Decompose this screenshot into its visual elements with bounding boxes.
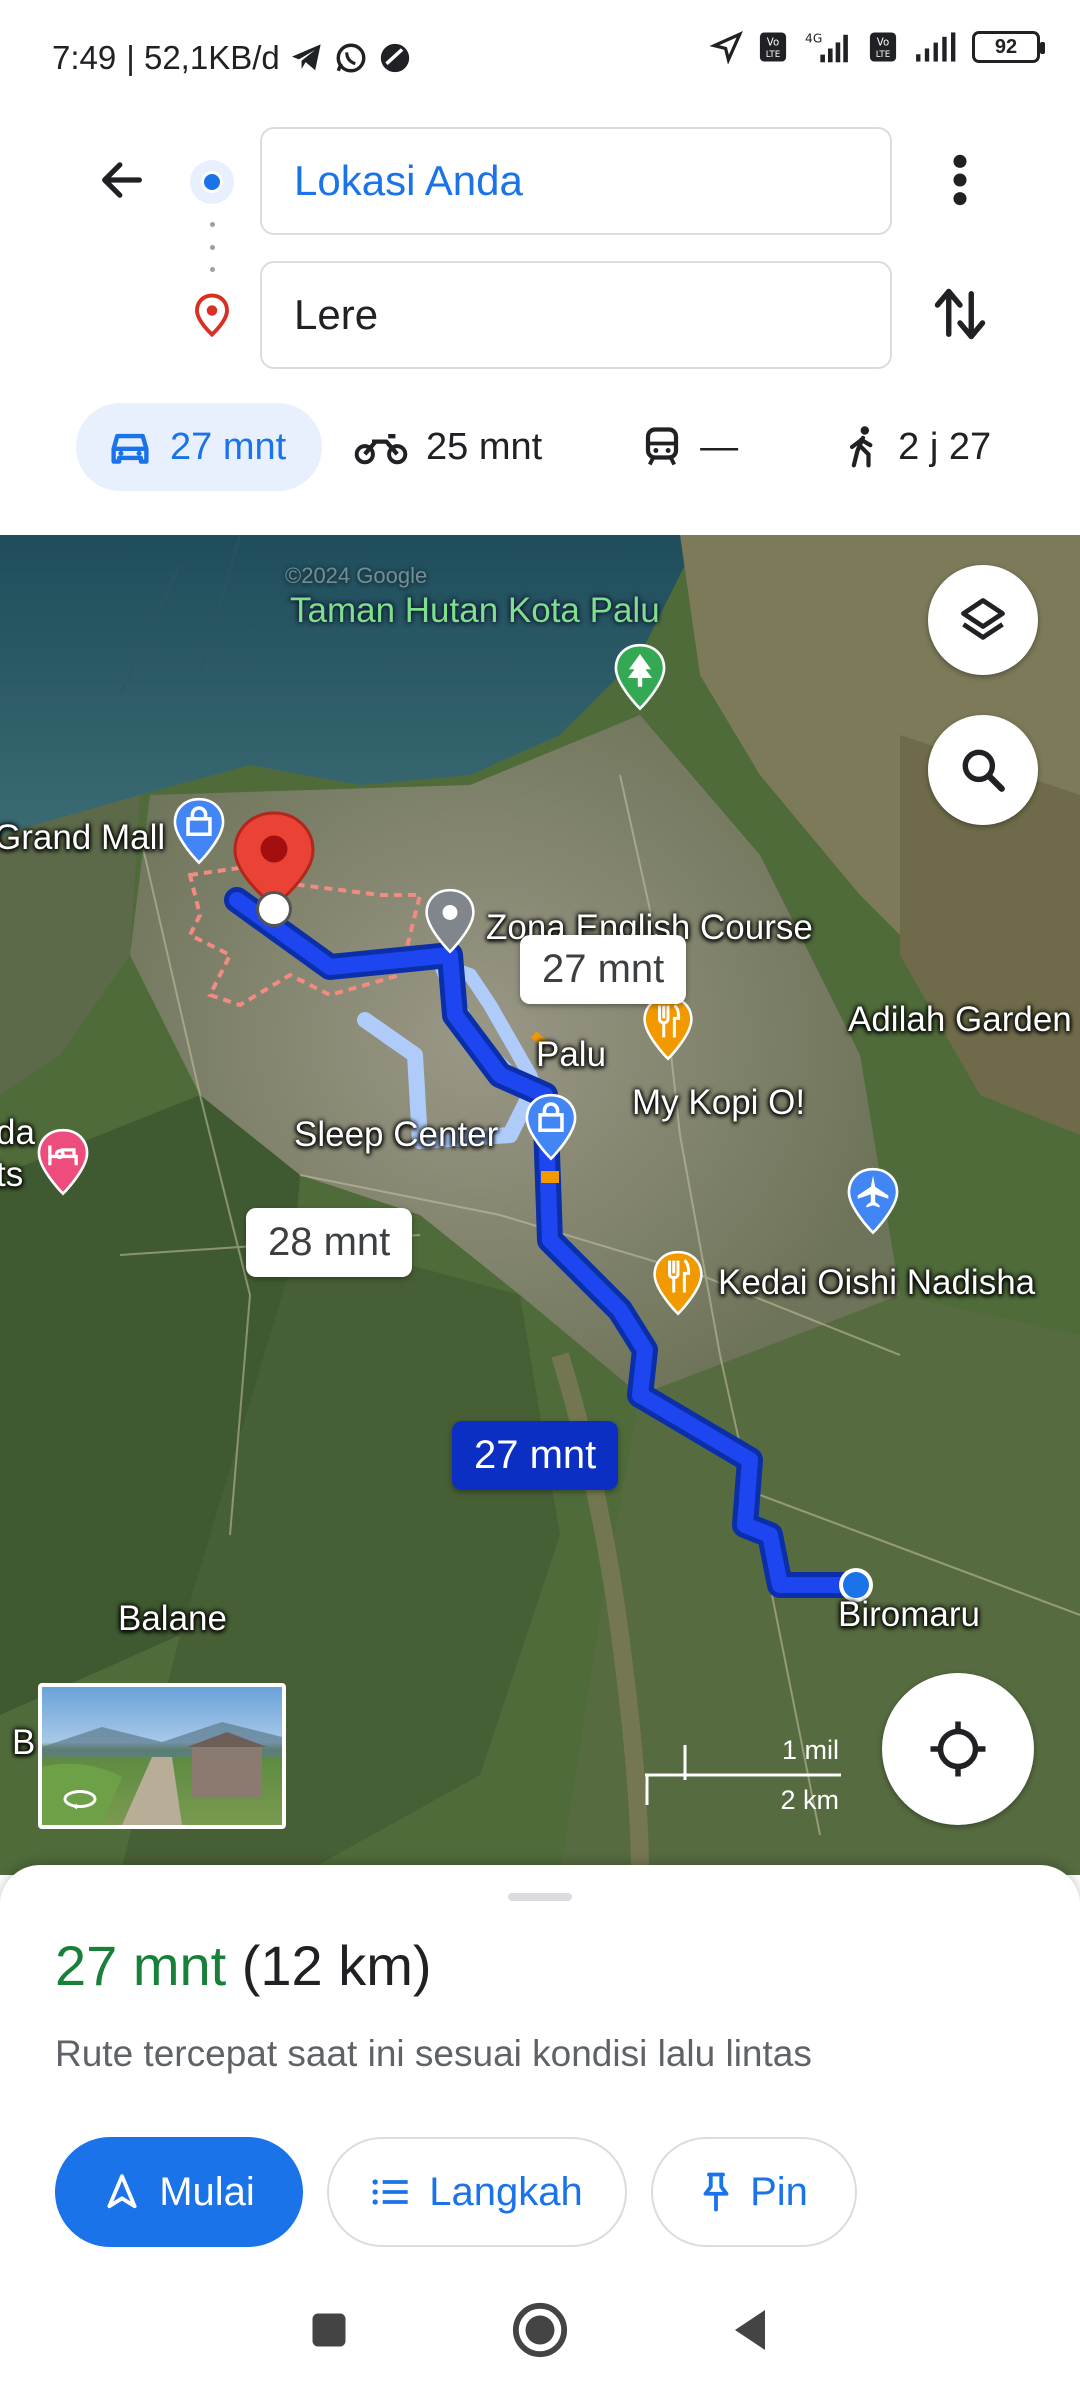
volte-icon: Vo LTE [868,31,898,63]
steps-label: Langkah [429,2169,583,2214]
navigation-arrow-icon [107,2174,137,2209]
motorcycle-icon [354,434,408,465]
status-speed: | 52,1KB/d [126,38,280,76]
sheet-drag-handle[interactable] [508,1893,572,1901]
svg-text:LTE: LTE [766,50,781,60]
satellite-map [0,535,1080,1875]
route-distance: (12 km) [241,1934,432,1997]
layers-button[interactable] [928,565,1038,675]
360-rotate-icon [63,1790,97,1810]
route-dots [209,222,215,272]
route-bubble-alt1[interactable]: 27 mnt [520,935,687,1004]
map-label-taman[interactable]: Taman Hutan Kota Palu [290,591,660,631]
airport-pin-icon[interactable] [846,1167,900,1237]
tab-walk-label: 2 j 27 [898,425,992,468]
origin-input[interactable]: Lokasi Anda [260,127,892,235]
list-icon [372,2179,408,2205]
shopping-pin-icon[interactable] [524,1093,578,1163]
train-icon [646,427,679,466]
start-button[interactable]: Mulai [55,2137,303,2247]
map-label-biromaru: Biromaru [838,1595,980,1634]
walk-icon [850,426,873,468]
map-watermark: ©2024 Google [285,563,428,588]
status-bar: 7:49 | 52,1KB/d Vo LTE 4G Vo LTE 92 [0,0,1080,115]
destination-marker-icon[interactable] [232,810,316,930]
swap-vert-icon [934,288,986,340]
steps-button[interactable]: Langkah [327,2137,627,2247]
restaurant-pin-icon[interactable] [652,1250,704,1318]
map-label-mykopi[interactable]: My Kopi O! [632,1083,805,1123]
whatsapp-icon [334,41,368,75]
restaurant-pin-icon[interactable] [642,995,694,1063]
back-nav-button[interactable] [729,2306,773,2354]
swap-button[interactable] [930,282,990,346]
map-label-ts[interactable]: ts [0,1155,23,1195]
shopping-pin-icon[interactable] [172,797,226,867]
scale-miles: 1 mil [781,1735,839,1765]
battery-icon: 92 [972,31,1045,63]
home-button[interactable] [511,2301,569,2359]
map-label-b: B [12,1723,36,1762]
map-label-da[interactable]: da [0,1113,35,1153]
search-icon [962,749,1005,792]
crosshair-icon [930,1721,986,1777]
map-label-sleep[interactable]: Sleep Center [294,1115,498,1155]
street-view-thumbnail[interactable] [38,1683,286,1829]
start-label: Mulai [159,2169,255,2214]
location-arrow-icon [710,30,744,64]
car-icon [111,433,149,464]
tab-transit-label: — [700,425,739,468]
arrow-left-icon [102,162,142,198]
route-duration: 27 mnt [55,1934,227,1997]
system-nav-bar [0,2260,1080,2400]
status-time: 7:49 [52,38,117,76]
tab-car-label: 27 mnt [170,425,287,468]
route-bubble-alt2[interactable]: 28 mnt [246,1208,413,1277]
pin-label: Pin [750,2169,808,2214]
tab-walk[interactable]: 2 j 27 [814,403,1023,491]
hotel-pin-icon[interactable] [36,1128,90,1198]
layers-icon [961,598,1005,640]
map-label-palu: Palu [536,1035,607,1074]
tab-car[interactable]: 27 mnt [76,403,322,491]
my-location-button[interactable] [882,1673,1034,1825]
map-view[interactable]: ©2024 Google Taman Hutan Kota Palu Grand… [0,535,1080,1875]
back-button[interactable] [92,150,152,210]
svg-text:4G: 4G [805,31,822,45]
place-pin-icon[interactable] [424,888,476,956]
signal-4g-icon: 4G [802,30,854,64]
volte-icon: Vo LTE [758,31,788,63]
battery-level: 92 [994,35,1018,58]
map-label-kedai[interactable]: Kedai Oishi Nadisha [718,1263,1035,1303]
tab-transit[interactable]: — [610,403,770,491]
travel-mode-tabs: 27 mnt 25 mnt — 2 j 27 [76,402,1040,492]
pushpin-icon [703,2172,729,2212]
telegram-icon [290,43,324,73]
svg-text:LTE: LTE [876,50,891,60]
search-map-button[interactable] [928,715,1038,825]
map-scale: 1 mil 2 km [645,1725,845,1855]
recents-button[interactable] [307,2308,351,2352]
scale-km: 2 km [780,1785,839,1815]
signal-icon [912,31,958,63]
map-label-adilah[interactable]: Adilah Garden [848,1000,1072,1040]
tab-motorcycle[interactable]: 25 mnt [322,403,574,491]
destination-input[interactable]: Lere [260,261,892,369]
map-label-grand-mall[interactable]: Grand Mall [0,818,165,858]
tab-motorcycle-label: 25 mnt [426,425,543,468]
origin-dot-icon [190,160,234,204]
route-note: Rute tercepat saat ini sesuai kondisi la… [55,2033,812,2074]
pin-button[interactable]: Pin [651,2137,857,2247]
svg-text:Vo: Vo [767,38,779,49]
map-label-balane: Balane [118,1599,227,1638]
svg-text:Vo: Vo [877,38,889,49]
route-bubble-main[interactable]: 27 mnt [452,1421,619,1490]
route-actions: Mulai Langkah Pin [55,2137,857,2247]
route-summary: 27 mnt (12 km) [55,1933,432,1998]
more-options-button[interactable] [930,150,990,210]
destination-pin-icon [190,290,234,340]
app-icon [378,41,412,75]
park-pin-icon[interactable] [612,643,668,713]
more-vert-icon [953,154,967,206]
